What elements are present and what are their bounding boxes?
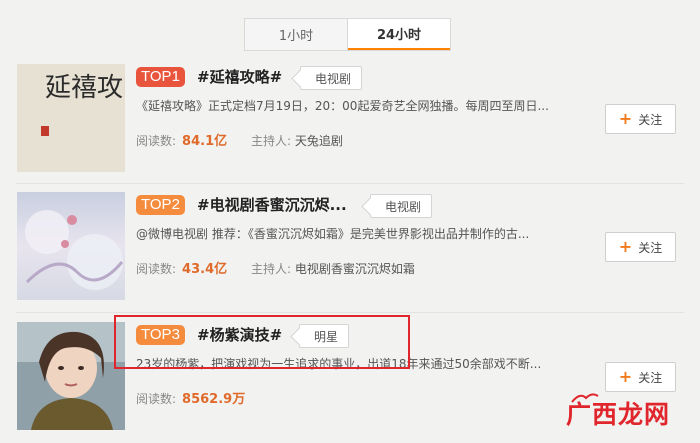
topic-description: @微博电视剧 推荐：《香蜜沉沉烬如霜》是完美世界影视出品并制作的古... <box>136 227 530 241</box>
divider <box>16 312 684 313</box>
topic-meta: 阅读数: 43.4亿 主持人: 电视剧香蜜沉沉烬如霜 <box>136 258 415 277</box>
topic-title[interactable]: #杨紫演技# <box>197 324 282 345</box>
topic-title[interactable]: #延禧攻略# <box>197 66 282 87</box>
topic-description: 《延禧攻略》正式定档7月19日，20：00起爱奇艺全网独播。每周四至周日... <box>136 99 549 113</box>
category-tag[interactable]: 电视剧 <box>370 194 433 218</box>
rank-badge: TOP1 <box>136 67 185 87</box>
topic-description: 23岁的杨紫，把演戏视为一生追求的事业，出道18年来通过50余部戏不断... <box>136 357 542 371</box>
reads-label: 阅读数: <box>136 262 177 276</box>
host-name[interactable]: 电视剧香蜜沉沉烬如霜 <box>295 262 415 276</box>
thumb-char-1: 延禧攻略 <box>45 73 125 103</box>
watermark-logo: 广西龙网 <box>566 400 671 429</box>
plus-icon: + <box>618 109 633 128</box>
follow-label: 关注 <box>638 370 663 385</box>
follow-button[interactable]: + 关注 <box>605 104 676 134</box>
divider <box>16 183 684 184</box>
topic-thumbnail[interactable] <box>17 322 125 430</box>
topic-item: TOP2 #电视剧香蜜沉沉烬... 电视剧 @微博电视剧 推荐：《香蜜沉沉烬如霜… <box>0 188 700 306</box>
host-label: 主持人: <box>250 134 291 148</box>
category-tag[interactable]: 电视剧 <box>300 66 363 90</box>
reads-count: 43.4亿 <box>182 262 228 277</box>
topic-meta: 阅读数: 84.1亿 主持人: 天兔追剧 <box>136 130 343 149</box>
topic-title[interactable]: #电视剧香蜜沉沉烬... <box>197 194 347 215</box>
follow-label: 关注 <box>638 240 663 255</box>
rank-badge: TOP2 <box>136 195 185 215</box>
topic-thumbnail[interactable]: 延禧攻略 <box>17 64 125 172</box>
tab-24-hours[interactable]: 24小时 <box>348 19 450 50</box>
reads-label: 阅读数: <box>136 392 177 406</box>
host-name[interactable]: 天兔追剧 <box>295 134 343 148</box>
reads-count: 84.1亿 <box>182 134 228 149</box>
topic-item: 延禧攻略 TOP1 #延禧攻略# 电视剧 《延禧攻略》正式定档7月19日，20：… <box>0 60 700 178</box>
rank-badge: TOP3 <box>136 325 185 345</box>
tab-1-hour[interactable]: 1小时 <box>245 19 348 50</box>
reads-count: 8562.9万 <box>182 392 246 407</box>
category-tag[interactable]: 明星 <box>299 324 350 348</box>
host-label: 主持人: <box>250 262 291 276</box>
reads-label: 阅读数: <box>136 134 177 148</box>
follow-label: 关注 <box>638 112 663 127</box>
plus-icon: + <box>618 367 633 386</box>
plus-icon: + <box>618 237 633 256</box>
follow-button[interactable]: + 关注 <box>605 232 676 262</box>
topic-thumbnail[interactable] <box>17 192 125 300</box>
time-range-tabs: 1小时 24小时 <box>244 18 451 51</box>
topic-meta: 阅读数: 8562.9万 <box>136 388 245 407</box>
follow-button[interactable]: + 关注 <box>605 362 676 392</box>
